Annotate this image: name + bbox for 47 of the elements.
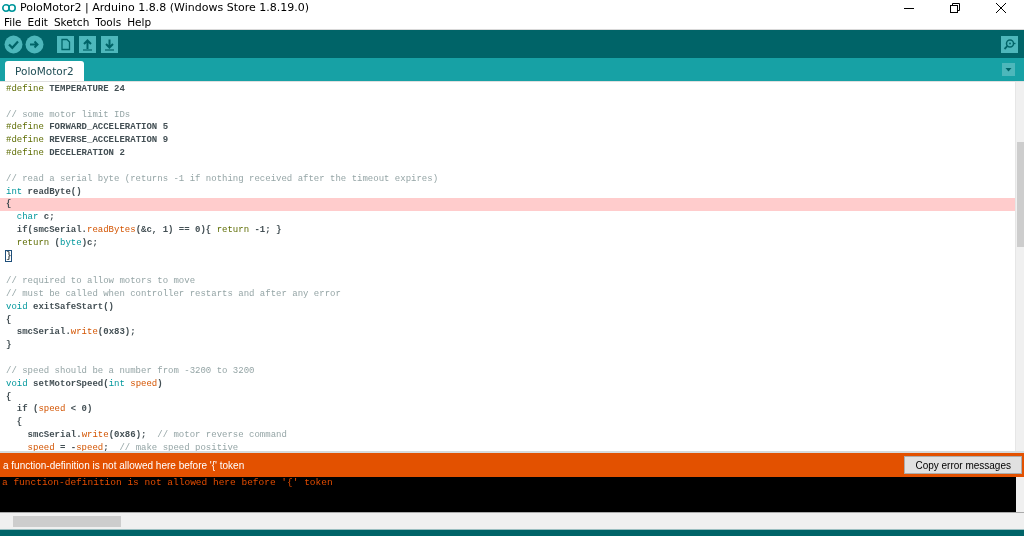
file-tab[interactable]: PoloMotor2 bbox=[5, 61, 84, 81]
code-line: } bbox=[5, 339, 13, 353]
code-line: smcSerial.write(0x83); bbox=[15, 326, 137, 340]
serial-monitor-button[interactable] bbox=[1001, 35, 1018, 53]
save-button[interactable] bbox=[101, 35, 118, 53]
code-line: if (speed < 0) bbox=[15, 403, 94, 417]
open-button[interactable] bbox=[79, 35, 96, 53]
code-line: void setMotorSpeed(int speed) bbox=[5, 377, 164, 391]
console-scrollbar[interactable] bbox=[1016, 477, 1024, 512]
window-title: PoloMotor2 | Arduino 1.8.8 (Windows Store 1.8.19.0) bbox=[20, 1, 310, 14]
code-line: { bbox=[5, 313, 13, 327]
code-line: } bbox=[5, 249, 13, 263]
console-line: a function-definition is not allowed here before '{' token bbox=[2, 477, 334, 488]
new-button[interactable] bbox=[57, 35, 74, 53]
menu-item[interactable]: Help bbox=[127, 16, 152, 28]
code-line: { bbox=[5, 390, 13, 404]
error-message: a function-definition is not allowed here before '{' token bbox=[2, 459, 245, 471]
code-line: #define REVERSE_ACCELERATION 9 bbox=[5, 134, 170, 148]
menu-item[interactable]: File bbox=[4, 16, 22, 28]
code-line: // read a serial byte (returns -1 if nothing received after the timeout expires) bbox=[5, 172, 440, 186]
code-line: // speed should be a number from -3200 to 3200 bbox=[5, 364, 256, 378]
code-line: speed = -speed; // make speed positive bbox=[26, 441, 240, 455]
menu-item[interactable]: Edit bbox=[27, 16, 48, 28]
menu-item[interactable]: Sketch bbox=[53, 16, 90, 28]
close-icon[interactable] bbox=[996, 2, 1006, 13]
code-line: int readByte() bbox=[5, 185, 83, 199]
code-line: #define FORWARD_ACCELERATION 5 bbox=[5, 121, 170, 135]
code-line: char c; bbox=[15, 211, 56, 224]
code-line: if(smcSerial.readBytes(&c, 1) == 0){ return -1; } bbox=[15, 223, 283, 237]
code-line: smcSerial.write(0x86); // motor reverse command bbox=[26, 428, 288, 442]
verify-button[interactable] bbox=[4, 34, 23, 54]
tab-menu-button[interactable] bbox=[1002, 63, 1015, 76]
code-line: { bbox=[15, 416, 24, 429]
restore-icon[interactable] bbox=[950, 2, 960, 13]
code-line: return (byte)c; bbox=[15, 236, 99, 250]
infinity-logo-icon bbox=[2, 2, 16, 13]
upload-button[interactable] bbox=[25, 34, 44, 54]
copy-error-button[interactable]: Copy error messages bbox=[904, 456, 1022, 474]
code-line: #define DECELERATION 2 bbox=[5, 147, 126, 160]
code-line: void exitSafeStart() bbox=[5, 300, 116, 314]
code-line: #define TEMPERATURE 24 bbox=[5, 83, 126, 96]
horizontal-scrollbar[interactable] bbox=[0, 512, 1024, 529]
code-line: // some motor limit IDs bbox=[5, 108, 132, 122]
menu-item[interactable]: Tools bbox=[95, 16, 122, 28]
code-line: // required to allow motors to move bbox=[5, 275, 197, 288]
vertical-scrollbar[interactable] bbox=[1015, 82, 1024, 451]
code-line: // must be called when controller restarts and after any error bbox=[5, 288, 342, 301]
